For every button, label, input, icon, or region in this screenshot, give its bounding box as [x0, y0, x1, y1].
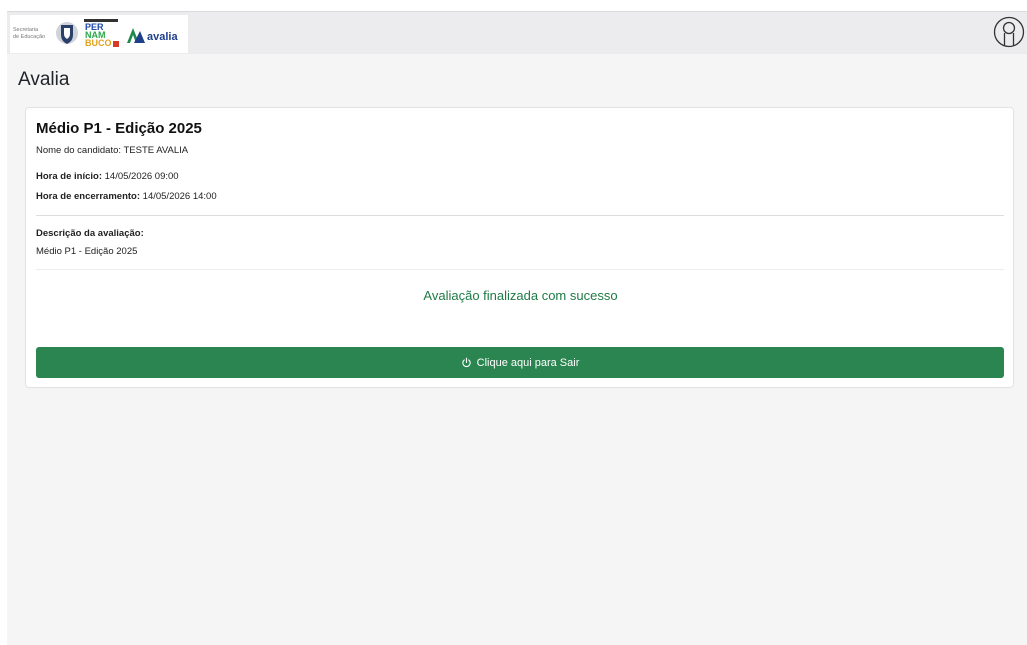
avalia-word: avalia [147, 31, 178, 43]
shield-emblem-icon [56, 22, 78, 44]
candidate-name-row: Nome do candidato: TESTE AVALIA [36, 145, 188, 156]
exam-summary-card: Médio P1 - Edição 2025 Nome do candidato… [25, 107, 1014, 388]
user-menu-button[interactable] [993, 16, 1025, 48]
secretaria-logo-graphic: Secretaria de Educação PER NAM BUCO aval… [13, 19, 178, 48]
exit-button[interactable]: Clique aqui para Sair [36, 347, 1004, 378]
exam-title: Médio P1 - Edição 2025 [36, 120, 202, 137]
pernambuco-logo: PER NAM BUCO [84, 19, 119, 48]
user-circle-icon [993, 16, 1025, 48]
avalia-logo: avalia [127, 28, 178, 43]
candidate-label: Nome do candidato: [36, 145, 122, 156]
page-title: Avalia [18, 69, 70, 90]
description-text: Médio P1 - Edição 2025 [36, 246, 138, 257]
pernambuco-line-3: BUCO [85, 38, 112, 48]
secretaria-line-2: de Educação [13, 34, 45, 40]
exit-button-label: Clique aqui para Sair [476, 356, 580, 369]
divider [36, 215, 1004, 216]
description-label: Descrição da avaliação: [36, 228, 144, 239]
start-time-label: Hora de início: [36, 171, 102, 182]
end-time-value: 14/05/2026 14:00 [142, 191, 217, 202]
logo-banner[interactable]: Secretaria de Educação PER NAM BUCO aval… [10, 15, 188, 53]
app-frame: Secretaria de Educação PER NAM BUCO aval… [7, 11, 1027, 645]
candidate-value: TESTE AVALIA [123, 145, 189, 156]
divider [36, 269, 1004, 270]
success-message: Avaliação finalizada com sucesso [423, 288, 618, 303]
start-time-row: Hora de início: 14/05/2026 09:00 [36, 171, 179, 182]
description-heading: Descrição da avaliação: [36, 228, 144, 239]
power-icon [461, 357, 471, 368]
start-time-value: 14/05/2026 09:00 [104, 171, 179, 182]
end-time-label: Hora de encerramento: [36, 191, 141, 202]
secretaria-line-1: Secretaria [13, 27, 39, 33]
top-navbar: Secretaria de Educação PER NAM BUCO aval… [7, 12, 1027, 54]
end-time-row: Hora de encerramento: 14/05/2026 14:00 [36, 191, 217, 202]
